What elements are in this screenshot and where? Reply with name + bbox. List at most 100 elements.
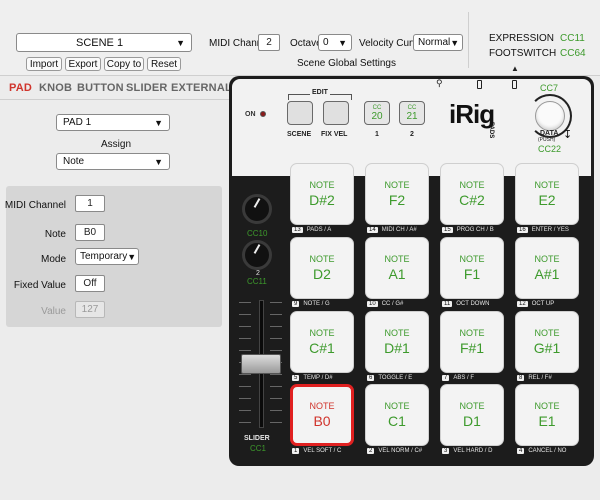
tab-external[interactable]: EXTERNAL — [171, 82, 232, 94]
pad-number: 13 — [292, 227, 303, 233]
on-led — [260, 111, 266, 117]
data-knob[interactable] — [535, 101, 565, 131]
pad-function-label: 1 VEL SOFT / C — [292, 448, 341, 454]
pad-function-text: REL / F# — [528, 375, 552, 381]
scene-global-settings-label: Scene Global Settings — [297, 58, 396, 69]
pad-type-label: NOTE — [309, 180, 335, 190]
pad-9[interactable]: NOTE D2 — [290, 237, 354, 299]
pad-note-value: F1 — [463, 266, 481, 282]
pad-function-text: VEL HARD / D — [453, 448, 493, 454]
pad-function-label: 4 CANCEL / NO — [517, 448, 566, 454]
pad-note-value: D2 — [313, 266, 331, 282]
cc-button-2-label: 2 — [410, 131, 414, 138]
import-button[interactable]: Import — [26, 57, 62, 71]
pad-type-label: NOTE — [534, 180, 560, 190]
pad-4[interactable]: NOTE E1 — [515, 384, 579, 446]
pad-8[interactable]: NOTE G#1 — [515, 311, 579, 373]
pad-number: 5 — [292, 375, 300, 381]
slider-cc: CC1 — [250, 444, 267, 453]
pad-function-label: 5 TEMP / D# — [292, 375, 333, 381]
pad-3[interactable]: NOTE D1 — [440, 384, 504, 446]
pad-function-label: 14 MIDI CH / A# — [367, 227, 417, 233]
data-knob-label: DATA — [540, 130, 559, 137]
pad-12[interactable]: NOTE A#1 — [515, 237, 579, 299]
pad-number: 3 — [442, 448, 450, 454]
velocity-curve-select[interactable]: Normal ▼ — [413, 34, 463, 51]
pad-function-text: TOGGLE / E — [378, 375, 413, 381]
pad-number: 12 — [517, 301, 528, 307]
copy-to-button[interactable]: Copy to — [104, 57, 144, 71]
pad-function-text: CANCEL / NO — [528, 448, 567, 454]
fix-vel-button[interactable] — [323, 101, 349, 125]
edit-label: EDIT — [310, 89, 330, 96]
pad-type-label: NOTE — [384, 328, 410, 338]
reset-button[interactable]: Reset — [147, 57, 181, 71]
fixed-value-toggle[interactable]: Off — [75, 275, 105, 292]
note-field[interactable]: B0 — [75, 224, 105, 241]
pad-function-label: 10 CC / G# — [367, 301, 403, 307]
mode-label: Mode — [40, 254, 66, 265]
pad-function-text: PROG CH / B — [456, 227, 494, 233]
pad-type-label: NOTE — [309, 328, 335, 338]
pad-13[interactable]: NOTE D#2 — [290, 163, 354, 225]
pad-type-label: NOTE — [384, 401, 410, 411]
pad-2[interactable]: NOTE C1 — [365, 384, 429, 446]
mode-select[interactable]: Temporary ▼ — [75, 248, 139, 265]
brand-sub-logo: PADS — [488, 122, 494, 139]
pad-15[interactable]: NOTE C#2 — [440, 163, 504, 225]
pad-type-label: NOTE — [534, 401, 560, 411]
footswitch-label: FOOTSWITCH — [489, 48, 557, 59]
knob-2-cc: CC11 — [247, 277, 267, 286]
pad-function-text: TEMP / D# — [303, 375, 333, 381]
pad-7[interactable]: NOTE F#1 — [440, 311, 504, 373]
octave-label: Octave — [290, 38, 322, 49]
tab-button[interactable]: BUTTON — [77, 82, 124, 94]
chevron-down-icon: ▼ — [154, 117, 163, 128]
pad-function-label: 7 ABS / F — [442, 375, 474, 381]
pad-type-label: NOTE — [384, 254, 410, 264]
pad-function-label: 15 PROG CH / B — [442, 227, 494, 233]
tab-slider[interactable]: SLIDER — [126, 82, 168, 94]
pad-function-label: 11 OCT DOWN — [442, 301, 489, 307]
fix-vel-button-label: FIX VEL — [321, 131, 348, 138]
pad-type-label: NOTE — [459, 401, 485, 411]
tab-knob[interactable]: KNOB — [39, 82, 72, 94]
pad-16[interactable]: NOTE E2 — [515, 163, 579, 225]
pad-6[interactable]: NOTE D#1 — [365, 311, 429, 373]
slider-handle[interactable] — [241, 354, 281, 374]
pad-1[interactable]: NOTE B0 — [290, 384, 354, 446]
assign-select[interactable]: Note ▼ — [56, 153, 170, 170]
pad-note-value: F#1 — [459, 340, 485, 356]
pad-note-value: D#1 — [384, 340, 410, 356]
scene-select[interactable]: SCENE 1 ▼ — [16, 33, 192, 52]
data-cc-top: CC7 — [540, 83, 559, 93]
octave-select[interactable]: 0 ▼ — [318, 34, 352, 51]
assign-label: Assign — [101, 139, 132, 150]
pad-10[interactable]: NOTE A1 — [365, 237, 429, 299]
pad-type-label: NOTE — [459, 328, 485, 338]
pad-select[interactable]: PAD 1 ▼ — [56, 114, 170, 131]
cc-button-2-num: 21 — [406, 110, 418, 122]
export-button[interactable]: Export — [65, 57, 101, 71]
pad-midi-channel-field[interactable]: 1 — [75, 195, 105, 212]
midi-channel-field[interactable]: 2 — [258, 34, 280, 51]
pad-14[interactable]: NOTE F2 — [365, 163, 429, 225]
pad-5[interactable]: NOTE C#1 — [290, 311, 354, 373]
pad-11[interactable]: NOTE F1 — [440, 237, 504, 299]
pad-function-label: 9 NOTE / G — [292, 301, 330, 307]
data-enter-icon: ↧ — [563, 129, 573, 141]
value-field: 127 — [75, 301, 105, 318]
footswitch-jack-icon — [512, 80, 517, 89]
pad-function-text: VEL NORM / C# — [378, 448, 423, 454]
pad-function-label: 6 TOGGLE / E — [367, 375, 412, 381]
pad-function-text: CC / G# — [381, 301, 404, 307]
cc-button-2[interactable]: CC 21 — [399, 101, 425, 125]
cc-button-1[interactable]: CC 20 — [364, 101, 390, 125]
pad-note-value: A1 — [388, 266, 406, 282]
pad-number: 16 — [517, 227, 528, 233]
tab-pad[interactable]: PAD — [9, 82, 32, 94]
pad-note-value: A#1 — [534, 266, 560, 282]
pad-note-value: D#2 — [309, 192, 335, 208]
scene-button[interactable] — [287, 101, 313, 125]
pad-function-label: 12 OCT UP — [517, 301, 554, 307]
